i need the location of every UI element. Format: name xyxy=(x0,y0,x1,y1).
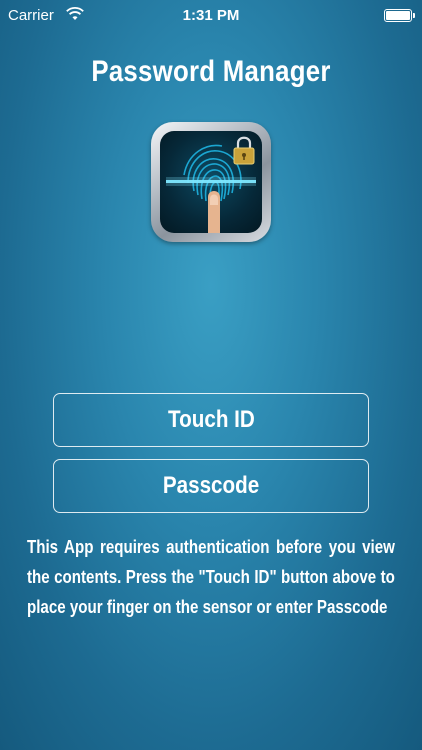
auth-description-text: This App requires authentication before … xyxy=(27,537,395,617)
passcode-label: Passcode xyxy=(162,472,260,499)
battery-icon xyxy=(384,9,415,22)
page-title: Password Manager xyxy=(91,55,331,88)
touch-id-button[interactable]: Touch ID xyxy=(53,393,369,447)
touch-id-label: Touch ID xyxy=(167,406,255,433)
passcode-button[interactable]: Passcode xyxy=(53,459,369,513)
status-bar: Carrier 1:31 PM xyxy=(0,0,422,32)
status-time: 1:31 PM xyxy=(182,7,240,24)
fingerprint-lock-icon xyxy=(151,122,271,242)
auth-description: This App requires authentication before … xyxy=(27,532,395,622)
